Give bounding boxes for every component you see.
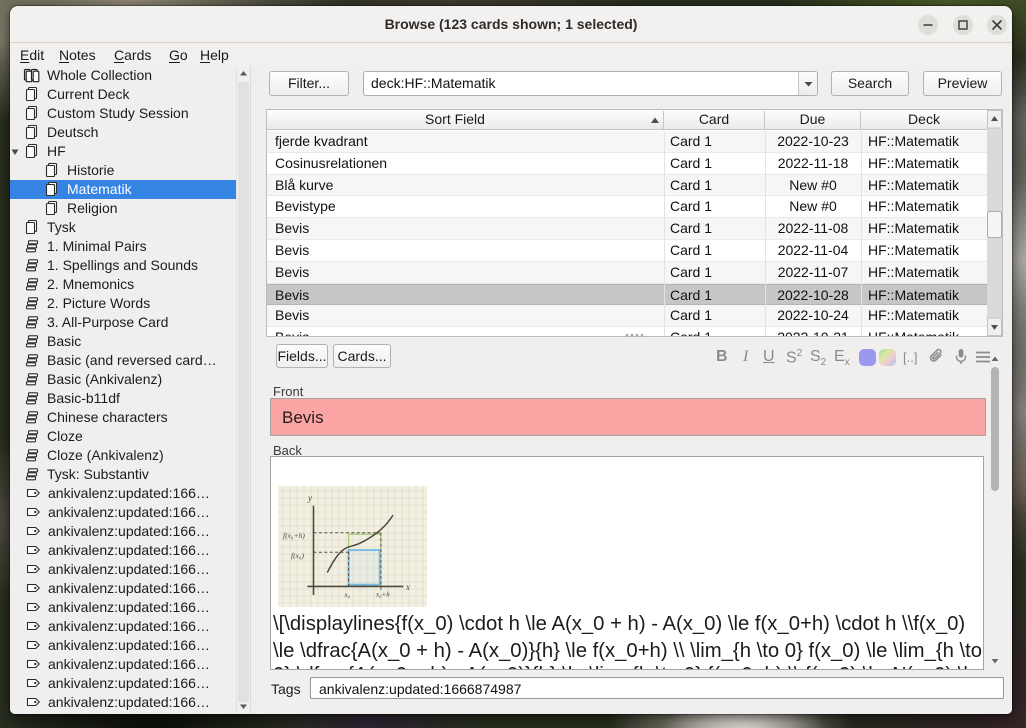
- svg-text:x₀+h: x₀+h: [375, 591, 390, 599]
- svg-text:f(x₀+h): f(x₀+h): [283, 531, 305, 540]
- svg-text:f(x₀): f(x₀): [291, 551, 305, 560]
- svg-text:y: y: [307, 493, 312, 503]
- svg-text:x: x: [405, 582, 410, 592]
- svg-text:x₀: x₀: [344, 591, 351, 599]
